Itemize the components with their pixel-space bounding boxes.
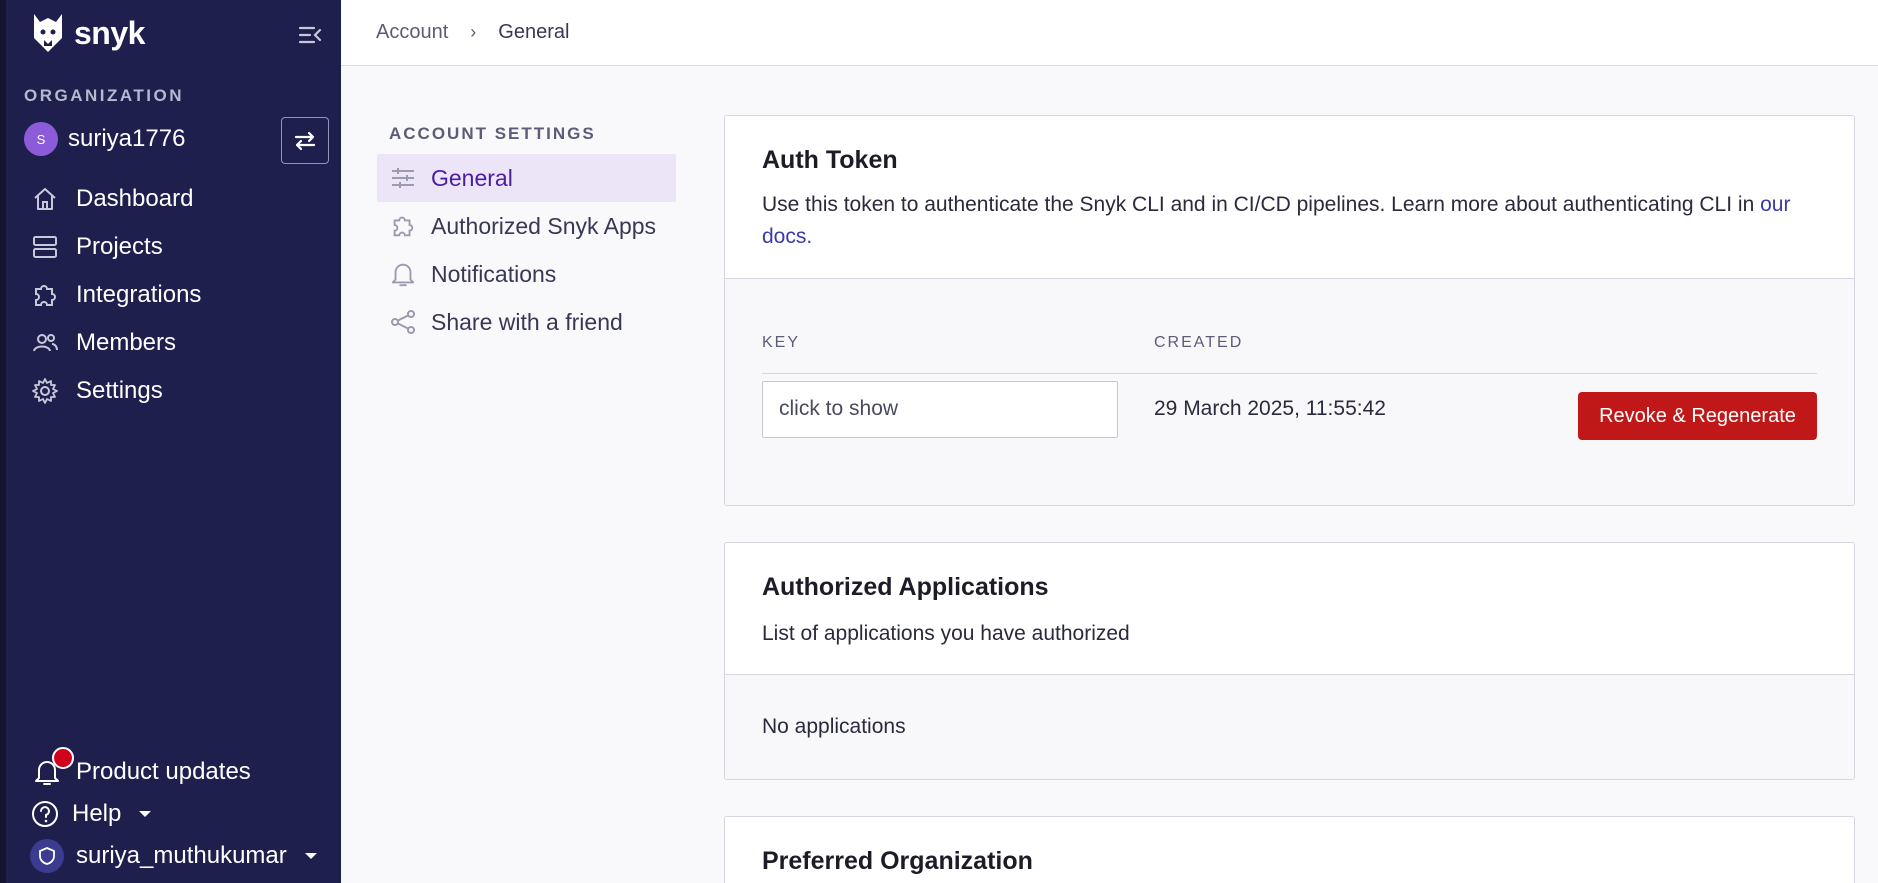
- revoke-regenerate-button[interactable]: Revoke & Regenerate: [1578, 392, 1817, 440]
- breadcrumb-current: General: [498, 21, 570, 43]
- settings-item-label: Share with a friend: [431, 308, 623, 335]
- brand-name: snyk: [74, 14, 145, 51]
- org-avatar: S: [24, 122, 58, 156]
- org-name: suriya1776: [68, 125, 186, 152]
- organization-label: ORGANIZATION: [24, 86, 185, 105]
- applications-list: No applications: [725, 674, 1854, 779]
- nav-label: Settings: [76, 377, 163, 404]
- puzzle-icon: [35, 285, 56, 306]
- chevron-down-icon: [139, 811, 152, 817]
- auth-token-description-text: Use this token to authenticate the Snyk …: [762, 193, 1755, 216]
- chevron-down-icon: [304, 853, 317, 859]
- nav-label: Integrations: [76, 281, 202, 308]
- settings-item-label: General: [431, 164, 513, 191]
- snyk-dog-icon: [34, 14, 62, 52]
- preferred-organization-card: Preferred Organization: [724, 816, 1855, 883]
- settings-item-notifications[interactable]: Notifications: [377, 250, 676, 298]
- members-icon: [33, 334, 58, 352]
- settings-item-share-with-a-friend[interactable]: Share with a friend: [377, 298, 676, 346]
- auth-token-description: Use this token to authenticate the Snyk …: [762, 189, 1818, 253]
- preferred-organization-title: Preferred Organization: [762, 847, 1033, 875]
- projects-icon: [33, 236, 57, 258]
- authorized-applications-description: List of applications you have authorized: [762, 622, 1130, 645]
- nav-item-dashboard[interactable]: Dashboard: [30, 175, 201, 223]
- settings-nav: General Authorized Snyk Apps Notificatio…: [377, 154, 676, 346]
- gear-icon: [32, 378, 58, 404]
- created-date: 29 March 2025, 11:55:42: [1154, 397, 1386, 420]
- settings-item-label: Notifications: [431, 260, 557, 287]
- column-created: CREATED: [1154, 334, 1244, 351]
- swap-icon: [294, 131, 316, 150]
- auth-token-card: Auth Token Use this token to authenticat…: [724, 115, 1855, 506]
- share-icon: [391, 310, 415, 334]
- column-key: KEY: [762, 334, 801, 351]
- sliders-icon: [392, 168, 414, 188]
- account-settings-title: ACCOUNT SETTINGS: [389, 124, 596, 143]
- table-row: click to show 29 March 2025, 11:55:42 Re…: [762, 374, 1817, 444]
- nav-label: Projects: [76, 233, 163, 260]
- shield-icon: [39, 847, 55, 865]
- chevron-right-icon: ›: [470, 22, 477, 42]
- user-name: suriya_muthukumar: [76, 842, 287, 869]
- bell-icon: [391, 263, 415, 287]
- help-label: Help: [72, 800, 122, 827]
- user-avatar: [30, 839, 64, 873]
- settings-item-authorized-snyk-apps[interactable]: Authorized Snyk Apps: [377, 202, 676, 250]
- user-menu[interactable]: suriya_muthukumar: [30, 835, 317, 877]
- authorized-applications-card: Authorized Applications List of applicat…: [724, 542, 1855, 780]
- product-updates-button[interactable]: Product updates: [30, 747, 317, 793]
- auth-token-title: Auth Token: [762, 146, 898, 174]
- puzzle-icon: [393, 216, 414, 237]
- token-table: KEY CREATED click to show 29 March 2025,…: [725, 278, 1854, 505]
- home-icon: [34, 188, 56, 210]
- nav-item-integrations[interactable]: Integrations: [30, 271, 201, 319]
- empty-state: No applications: [762, 715, 906, 738]
- authorized-applications-title: Authorized Applications: [762, 573, 1049, 601]
- nav-label: Members: [76, 329, 177, 356]
- help-icon: [32, 801, 58, 827]
- nav-label: Dashboard: [76, 185, 194, 212]
- snyk-logo[interactable]: snyk: [30, 12, 145, 54]
- org-selector[interactable]: S suriya1776: [24, 122, 185, 156]
- nav-item-members[interactable]: Members: [30, 319, 201, 367]
- nav-item-settings[interactable]: Settings: [30, 367, 201, 415]
- notification-badge: [52, 747, 74, 769]
- settings-item-label: Authorized Snyk Apps: [431, 212, 657, 239]
- key-field[interactable]: click to show: [762, 380, 1118, 438]
- notification-bell: [30, 747, 74, 789]
- switch-org-button[interactable]: [281, 117, 329, 164]
- breadcrumb-account-link[interactable]: Account: [376, 21, 448, 44]
- sidebar-bottom: Product updates Help suriya_muthukumar: [30, 747, 317, 877]
- help-menu[interactable]: Help: [30, 793, 317, 835]
- main-nav: Dashboard Projects Integrations Members …: [30, 175, 201, 415]
- collapse-sidebar-icon[interactable]: [298, 24, 322, 51]
- sidebar: snyk ORGANIZATION S suriya1776 Dashboard…: [0, 0, 341, 883]
- breadcrumb: Account › General: [341, 0, 1878, 66]
- product-updates-label: Product updates: [76, 758, 251, 785]
- nav-item-projects[interactable]: Projects: [30, 223, 201, 271]
- settings-item-general[interactable]: General: [377, 154, 676, 202]
- table-header: KEY CREATED: [762, 334, 1817, 374]
